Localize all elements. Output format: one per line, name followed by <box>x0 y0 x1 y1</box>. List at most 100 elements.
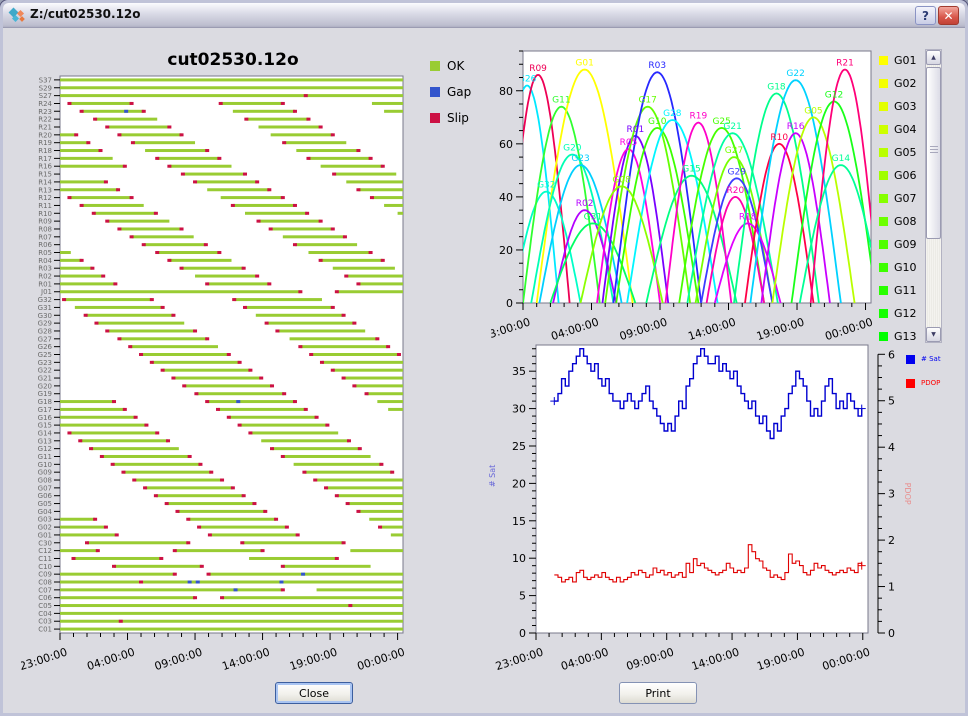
legend-swatch-icon <box>879 102 888 111</box>
legend-item-g07: G07 <box>879 187 924 210</box>
sat-row-label: G31 <box>38 304 52 312</box>
close-dialog-button[interactable]: Close <box>275 682 353 704</box>
legend-label: G01 <box>894 54 917 67</box>
sat-row-label: R01 <box>38 280 52 288</box>
sat-row-label: G14 <box>38 429 53 437</box>
nsat-pdop-plot-area <box>536 345 868 633</box>
sat-row-label: R10 <box>38 210 52 218</box>
sat-row-label: R24 <box>38 100 52 108</box>
sat-row-label: G32 <box>38 296 52 304</box>
legend-label: # Sat <box>921 355 941 363</box>
curve-label-G28: G28 <box>663 109 682 119</box>
scrollbar-thumb[interactable] <box>926 67 941 239</box>
y-tick-label: 40 <box>499 191 513 204</box>
x-tick-label: 04:00:00 <box>559 645 610 673</box>
sat-row-label: G16 <box>38 414 53 422</box>
curve-label-G26: G26 <box>518 74 537 84</box>
x-tick-label: 04:00:00 <box>85 645 136 673</box>
sat-row-C03 <box>60 620 403 623</box>
legend-label: G13 <box>894 330 917 343</box>
y-tick-label: 30 <box>512 403 526 416</box>
sat-row-S27 <box>60 94 403 97</box>
legend-label: PDOP <box>921 379 940 387</box>
y-tick-label: 5 <box>519 590 526 603</box>
legend-label: G11 <box>894 284 917 297</box>
sat-row-C05 <box>60 604 403 607</box>
sat-row-label: R19 <box>38 139 52 147</box>
sat-row-label: G06 <box>38 492 53 500</box>
legend-label: G02 <box>894 77 917 90</box>
y-tick-label: 35 <box>512 365 526 378</box>
sat-row-S29 <box>60 86 403 89</box>
x-tick-label: 00:00:00 <box>356 645 407 673</box>
legend-item-g13: G13 <box>879 325 924 343</box>
right-y-tick-label: 1 <box>888 581 895 594</box>
sat-row-label: G04 <box>38 508 53 516</box>
print-button[interactable]: Print <box>619 682 697 704</box>
legend-item-g11: G11 <box>879 279 924 302</box>
curve-label-G08: G08 <box>612 175 631 185</box>
elevation-chart: 020406080G26R09G32G11G01G20G23R02G31R01R… <box>491 41 876 343</box>
right-y-tick-label: 4 <box>888 441 895 454</box>
curve-label-R16: R16 <box>787 122 805 132</box>
legend-swatch-icon <box>879 194 888 203</box>
legend-item-g03: G03 <box>879 95 924 118</box>
sat-row-label: R16 <box>38 163 52 171</box>
scrollbar-down-icon[interactable]: ▼ <box>926 327 941 342</box>
sat-row-label: R21 <box>38 123 52 131</box>
curve-label-G17: G17 <box>638 96 656 106</box>
sat-row-label: S29 <box>39 84 52 92</box>
scrollbar-up-icon[interactable]: ▲ <box>926 50 941 65</box>
satellite-legend-scrollbar[interactable]: ▲ ▼ <box>925 49 942 343</box>
help-button[interactable]: ? <box>915 6 936 25</box>
legend-swatch-icon <box>906 379 915 388</box>
legend-label: G07 <box>894 192 917 205</box>
sat-row-label: R18 <box>38 147 52 155</box>
sat-row-label: S37 <box>39 76 52 84</box>
sat-row-C08 <box>60 581 403 584</box>
right-y-tick-label: 5 <box>888 395 895 408</box>
sat-row-label: R02 <box>38 273 52 281</box>
sat-row-label: G12 <box>38 445 52 453</box>
curve-label-R02: R02 <box>576 199 594 209</box>
legend-swatch-icon <box>879 171 888 180</box>
y-tick-label: 20 <box>499 244 513 257</box>
curve-label-R18: R18 <box>739 212 757 222</box>
sat-row-label: G27 <box>38 335 52 343</box>
close-window-button[interactable]: ✕ <box>938 6 959 25</box>
title-bar[interactable]: Z:/cut02530.12o ? ✕ <box>3 3 965 28</box>
app-logo-icon <box>9 7 26 24</box>
sat-row-R17 <box>60 157 373 160</box>
legend-swatch-icon <box>879 263 888 272</box>
legend-label: G08 <box>894 215 917 228</box>
window-title: Z:/cut02530.12o <box>30 7 141 21</box>
legend-swatch-icon <box>879 332 888 341</box>
x-tick-label: 00:00:00 <box>821 645 872 673</box>
sat-row-label: G21 <box>38 375 52 383</box>
curve-label-G01: G01 <box>575 59 593 69</box>
curve-label-G11: G11 <box>552 96 570 106</box>
sat-row-label: G07 <box>38 484 52 492</box>
curve-label-R05: R05 <box>620 138 638 148</box>
curve-label-R20: R20 <box>727 186 745 196</box>
sat-row-label: G22 <box>38 367 52 375</box>
legend-item-g08: G08 <box>879 210 924 233</box>
right-y-tick-label: 3 <box>888 488 895 501</box>
nsat-pdop-chart: 051015202530350123456# SatPDOP23:00:0004… <box>479 335 968 687</box>
legend-swatch-icon <box>879 79 888 88</box>
curve-label-G18: G18 <box>767 82 786 92</box>
satellite-legend-panel: G01G02G03G04G05G06G07G08G09G10G11G12G13 <box>879 49 924 343</box>
legend-label: G05 <box>894 146 917 159</box>
sat-row-label: G28 <box>38 327 52 335</box>
sat-row-label: C05 <box>38 602 52 610</box>
x-tick-label: 19:00:00 <box>755 645 806 673</box>
x-tick-label: 19:00:00 <box>288 645 339 673</box>
sat-row-label: G17 <box>38 406 52 414</box>
curve-label-G12: G12 <box>825 90 843 100</box>
sat-row-label: G02 <box>38 524 52 532</box>
sat-row-label: G20 <box>38 382 52 390</box>
curve-label-R09: R09 <box>529 64 547 74</box>
curve-label-G14: G14 <box>832 154 851 164</box>
sat-row-label: G23 <box>38 359 52 367</box>
availability-chart: S37S29S27R24R23R22R21R20R19R18R17R16R15R… <box>21 61 471 706</box>
